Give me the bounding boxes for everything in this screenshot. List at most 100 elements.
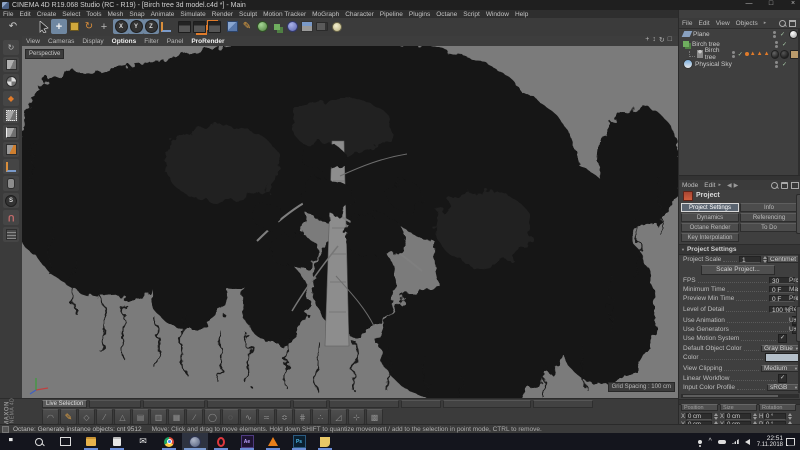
onedrive-cloud-icon[interactable]: [718, 440, 726, 444]
om-menu-view[interactable]: View: [713, 20, 733, 27]
make-editable-button[interactable]: ↻: [3, 40, 19, 55]
command-button[interactable]: ◿: [330, 409, 347, 425]
rot-h-input[interactable]: 0 °: [764, 413, 786, 420]
deformer-button[interactable]: [284, 19, 300, 34]
vp-menu-panel[interactable]: Panel: [163, 38, 188, 45]
vp-menu-prorender[interactable]: ProRender: [187, 38, 228, 45]
menu-select[interactable]: Select: [59, 11, 83, 18]
command-button[interactable]: ◠: [42, 409, 59, 425]
viewport-maximize-icon[interactable]: □: [668, 36, 672, 44]
tab-live-selection[interactable]: Live Selection: [42, 400, 87, 408]
photoshop-button[interactable]: Ps: [286, 433, 312, 450]
render-to-picture-viewer-button[interactable]: [191, 19, 207, 34]
taskbar-search-button[interactable]: [26, 433, 52, 450]
model-mode-button[interactable]: [3, 57, 19, 72]
menu-plugins[interactable]: Plugins: [406, 11, 433, 18]
enabled-check-icon[interactable]: ✓: [782, 41, 787, 48]
tab-project-settings[interactable]: Project Settings: [681, 203, 739, 212]
warning-tag-icon[interactable]: ▲: [750, 51, 756, 57]
menu-mesh[interactable]: Mesh: [104, 11, 126, 18]
menu-pipeline[interactable]: Pipeline: [377, 11, 406, 18]
object-row-birch-tree[interactable]: Birch tree ✓: [679, 39, 800, 49]
points-mode-button[interactable]: [3, 108, 19, 123]
side-tab-layer[interactable]: [796, 306, 800, 342]
command-button[interactable]: ≎: [276, 409, 293, 425]
enabled-check-icon[interactable]: ✓: [738, 51, 743, 58]
om-menu-edit[interactable]: Edit: [695, 20, 712, 27]
move-tool[interactable]: +: [51, 19, 67, 34]
enable-axis-button[interactable]: [3, 159, 19, 174]
snap-modes-button[interactable]: U: [3, 210, 19, 225]
use-motion-system-checkbox[interactable]: ✓: [778, 334, 787, 343]
vlc-button[interactable]: [260, 433, 286, 450]
tab-to-do[interactable]: To Do: [740, 223, 798, 232]
coordinate-system-button[interactable]: [158, 19, 174, 34]
start-button[interactable]: [0, 433, 26, 450]
material-tag-dark[interactable]: [780, 50, 789, 59]
am-horizontal-scrollbar[interactable]: [681, 394, 799, 398]
menu-file[interactable]: File: [0, 11, 16, 18]
tab-octane-render[interactable]: Octane Render: [681, 223, 739, 232]
om-menu-more-arrow[interactable]: ▸: [761, 20, 770, 26]
command-button[interactable]: ⊹: [348, 409, 365, 425]
view-clipping-select[interactable]: Medium ▼: [761, 365, 800, 372]
lock-y-axis-button[interactable]: Y: [128, 19, 144, 34]
people-tray-icon[interactable]: [698, 440, 702, 444]
vp-menu-options[interactable]: Options: [108, 38, 141, 45]
object-row-physical-sky[interactable]: Physical Sky ✓: [679, 59, 800, 69]
last-tool[interactable]: +: [96, 19, 112, 34]
am-menu-edit[interactable]: Edit: [701, 182, 718, 189]
viewport-solo-button[interactable]: [3, 176, 19, 191]
camera-label[interactable]: Perspective: [25, 49, 64, 59]
command-button[interactable]: ▥: [150, 409, 167, 425]
enable-snap-button[interactable]: S: [3, 193, 19, 208]
after-effects-button[interactable]: Ae: [234, 433, 260, 450]
menu-octane[interactable]: Octane: [433, 11, 460, 18]
tool-tab-dim[interactable]: [329, 400, 399, 408]
lock-icon[interactable]: [781, 182, 788, 189]
command-button[interactable]: ≍: [258, 409, 275, 425]
material-tag-white[interactable]: [789, 30, 798, 39]
menu-animate[interactable]: Animate: [148, 11, 178, 18]
command-button[interactable]: ∿: [240, 409, 257, 425]
tool-tab-dim[interactable]: [533, 400, 593, 408]
vp-menu-display[interactable]: Display: [78, 38, 107, 45]
viewport-pan-icon[interactable]: +: [645, 36, 649, 44]
tool-tab-dim[interactable]: [443, 400, 531, 408]
om-menu-objects[interactable]: Objects: [733, 20, 761, 27]
texture-mode-button[interactable]: [3, 74, 19, 89]
vp-menu-cameras[interactable]: Cameras: [44, 38, 78, 45]
viewport-rotate-icon[interactable]: ↻: [659, 36, 665, 44]
tool-tab-dim[interactable]: [143, 400, 205, 408]
menu-edit[interactable]: Edit: [16, 11, 33, 18]
lock-x-axis-button[interactable]: X: [113, 19, 129, 34]
am-menu-mode[interactable]: Mode: [679, 182, 701, 189]
viewport-zoom-icon[interactable]: ↕: [652, 36, 656, 44]
tab-key-interpolation[interactable]: Key Interpolation: [681, 233, 739, 242]
subdivision-surface-button[interactable]: [254, 19, 270, 34]
tab-dynamics[interactable]: Dynamics: [681, 213, 739, 222]
menu-create[interactable]: Create: [34, 11, 60, 18]
command-button[interactable]: ▦: [168, 409, 185, 425]
menu-render[interactable]: Render: [209, 11, 236, 18]
command-button[interactable]: ∴: [312, 409, 329, 425]
new-window-icon[interactable]: [791, 182, 799, 189]
history-forward-icon[interactable]: ▶: [734, 182, 739, 189]
command-button[interactable]: ⁄: [96, 409, 113, 425]
menu-window[interactable]: Window: [483, 11, 512, 18]
warning-tag-icon[interactable]: ▲: [764, 51, 770, 57]
scale-project-button[interactable]: Scale Project...: [701, 265, 775, 275]
task-view-button[interactable]: [52, 433, 78, 450]
render-view-button[interactable]: [176, 19, 192, 34]
search-icon[interactable]: [771, 182, 778, 189]
linear-workflow-checkbox[interactable]: ✓: [778, 374, 787, 383]
cinema4d-taskbar-button[interactable]: [182, 433, 208, 450]
undo-icon[interactable]: ↶: [5, 19, 21, 34]
taskbar-clock[interactable]: 22:51 7.11.2018: [757, 435, 783, 449]
vp-menu-filter[interactable]: Filter: [140, 38, 162, 45]
history-back-icon[interactable]: ◀: [727, 182, 732, 189]
size-x-input[interactable]: 0 cm: [725, 413, 751, 420]
tool-tab-dim[interactable]: [293, 400, 327, 408]
project-scale-input[interactable]: 1: [739, 256, 761, 263]
sticky-notes-button[interactable]: [312, 433, 338, 450]
